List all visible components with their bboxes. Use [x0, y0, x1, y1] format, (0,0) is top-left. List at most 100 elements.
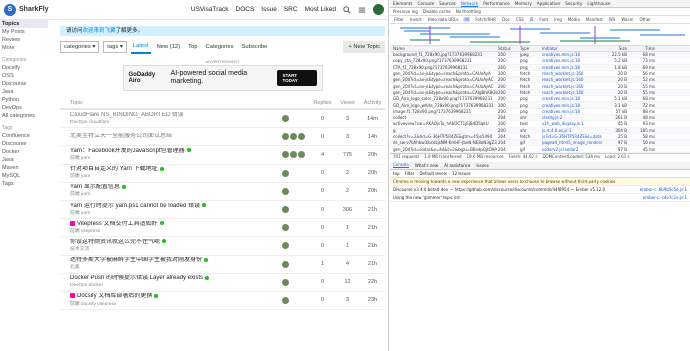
drawer-tab-aiassistance[interactable]: AI assistance [444, 163, 470, 168]
network-filter-other[interactable]: Other [638, 17, 651, 22]
sidebar-item-devops[interactable]: DevOps [0, 104, 48, 112]
sidebar-item-oss[interactable]: OSS [0, 72, 48, 80]
tags-dropdown[interactable]: tags ▾ [103, 41, 127, 53]
sidebar-item-discourse[interactable]: Discourse [0, 80, 48, 88]
topic-row[interactable]: Docsify 文档库部署后的更换 前端 docsify vitepress 0 3 2… [60, 292, 385, 311]
devtools-tab-lighthouse[interactable]: Lighthouse [587, 1, 610, 6]
poster-avatar[interactable] [290, 133, 297, 141]
devtools-tab-sources[interactable]: Sources [439, 1, 456, 6]
network-col-type[interactable]: Type [520, 46, 542, 51]
topic-category[interactable]: 前端 yarn [70, 191, 282, 198]
topic-category[interactable]: 前端 yarn [70, 155, 282, 162]
drawer-tab-console[interactable]: Console [393, 162, 409, 169]
sidebar-item-all-categories[interactable]: All categories [0, 112, 48, 120]
network-filter-fetchxhr[interactable]: Fetch/XHR [474, 17, 497, 22]
network-filter-all[interactable]: All [463, 17, 471, 22]
activity-time[interactable]: 20h [360, 188, 385, 194]
nav-link-docs[interactable]: DOCS [236, 6, 255, 13]
drawer-tab-whatsnew[interactable]: What's new [415, 163, 438, 168]
console-toolbar-item[interactable]: Default levels [419, 171, 446, 176]
sidebar-item-review[interactable]: Review [0, 36, 48, 44]
network-filter-hidedataurls[interactable]: Hide data URLs [427, 17, 460, 22]
topic-row[interactable]: CloudFlare NS_BINDING_ABORTED 错误 DevOps c… [60, 110, 385, 129]
categories-dropdown[interactable]: categories ▾ [60, 41, 100, 53]
sidebar-header-categories[interactable]: Categories [0, 56, 48, 64]
topic-row[interactable]: 你设这特颜资讯就这么完不住气呢 技术交流 0 1 21h [60, 237, 385, 256]
poster-avatar[interactable] [282, 133, 289, 141]
network-col-name[interactable]: Name [390, 46, 498, 51]
poster-avatar[interactable] [298, 151, 305, 159]
banner-link[interactable]: 欢迎来到飞翼 [83, 28, 116, 34]
col-views[interactable]: Views [335, 100, 360, 106]
topic-title[interactable]: Docsify 文档库部署后的更换 [77, 294, 152, 300]
ad-cta-button[interactable]: START TODAY [276, 70, 317, 86]
devtools-tab-memory[interactable]: Memory [515, 1, 532, 6]
topic-row[interactable]: 北美至特立天一全能服务公司面试总结 0 3 14h [60, 128, 385, 147]
network-col-status[interactable]: Status [498, 46, 520, 51]
sidebar-item-topics[interactable]: Topics [0, 20, 48, 28]
console-toolbar-item[interactable]: top [393, 171, 400, 176]
site-logo[interactable]: S SharkFly [4, 3, 49, 16]
activity-time[interactable]: 21h [360, 261, 385, 267]
activity-time[interactable]: 21h [360, 207, 385, 213]
tab-latest[interactable]: Latest [130, 40, 151, 54]
topic-category[interactable]: 前端 yarn [70, 173, 282, 180]
poster-avatar[interactable] [282, 206, 289, 214]
nav-link-most-liked[interactable]: Most Liked [305, 6, 336, 13]
topic-row[interactable]: Vitepress 文档交付工具适如好 前端 vitepress 0 1 21h [60, 219, 385, 238]
topic-row[interactable]: Yarn 显示配置信息 前端 yarn 0 2 20h [60, 183, 385, 201]
activity-time[interactable]: 20h [360, 170, 385, 176]
activity-time[interactable]: 14m [360, 116, 385, 122]
sidebar-item-more[interactable]: More [0, 44, 48, 52]
poster-avatar[interactable] [282, 151, 289, 159]
tab-top[interactable]: Top [186, 41, 199, 53]
devtools-tab-console[interactable]: Console [418, 1, 435, 6]
network-filter-wasm[interactable]: Wasm [620, 17, 634, 22]
network-filter-invert[interactable]: Invert [409, 17, 423, 22]
activity-time[interactable]: 20h [360, 152, 385, 158]
poster-avatar[interactable] [282, 224, 289, 232]
activity-time[interactable]: 21h [360, 225, 385, 231]
drawer-tab-issues[interactable]: Issues [476, 163, 488, 168]
network-col-size[interactable]: Size [602, 46, 627, 51]
sidebar-item-python[interactable]: Python [0, 96, 48, 104]
devtools-tab-security[interactable]: Security [565, 1, 582, 6]
poster-avatar[interactable] [282, 187, 289, 195]
network-filter-filter[interactable]: Filter [393, 17, 405, 22]
col-replies[interactable]: Replies [310, 100, 335, 106]
network-filter-js[interactable]: JS [529, 17, 535, 22]
tab-new[interactable]: New (12) [155, 41, 183, 53]
tab-subscribe[interactable]: Subscribe [240, 41, 270, 53]
network-toolbar-option[interactable]: Preserve log [393, 9, 418, 14]
topic-category[interactable]: DevOps cloudflare [70, 119, 282, 126]
console-toolbar-item[interactable]: Filter [405, 171, 415, 176]
sidebar-tag-tags[interactable]: Tags [0, 180, 48, 188]
new-topic-button[interactable]: + New Topic [343, 41, 385, 53]
activity-time[interactable]: 23h [360, 297, 385, 303]
nav-link-issue[interactable]: Issue [261, 6, 277, 13]
nav-link-usvisatrack[interactable]: USVisaTrack [191, 6, 229, 13]
col-topic[interactable]: Topic [60, 100, 282, 106]
poster-avatar[interactable] [282, 260, 289, 268]
sidebar-item-my-posts[interactable]: My Posts [0, 28, 48, 36]
poster-avatar[interactable] [290, 151, 297, 159]
topic-row[interactable]: 针对项目自定义的 Yarn 下载地址 前端 yarn 0 2 20h [60, 165, 385, 183]
activity-time[interactable]: 22h [360, 279, 385, 285]
sidebar-tag-mysql[interactable]: MySQL [0, 172, 48, 180]
search-icon[interactable] [343, 5, 351, 14]
nav-link-src[interactable]: SRC [284, 6, 298, 13]
topic-title[interactable]: Vitepress 文档交付工具适如好 [77, 221, 158, 227]
tab-categories[interactable]: Categories [203, 41, 235, 53]
activity-time[interactable]: 14h [360, 134, 385, 140]
topic-title[interactable]: 针对项目自定义的 Yarn 下载地址 [70, 166, 158, 172]
network-toolbar-option[interactable]: Disable cache [423, 9, 451, 14]
topic-title[interactable]: Docker Push 的时候提示错误 Layer already exists [70, 275, 203, 281]
topic-title[interactable]: 你设这特颜资讯就这么完不住气呢 [70, 239, 160, 245]
devtools-tab-performance[interactable]: Performance [483, 1, 510, 6]
network-filter-ws[interactable]: WS [608, 17, 617, 22]
console-message-source[interactable]: ember-c..6b9b5c5e.js:1 [640, 187, 687, 192]
sidebar-item-docsify[interactable]: Docsify [0, 64, 48, 72]
topic-row[interactable]: Yarn 运行时提示 yarn.ps1 cannot be loaded 错误前… [60, 201, 385, 220]
poster-avatar[interactable] [282, 242, 289, 250]
network-col-time[interactable]: Time [627, 46, 657, 51]
